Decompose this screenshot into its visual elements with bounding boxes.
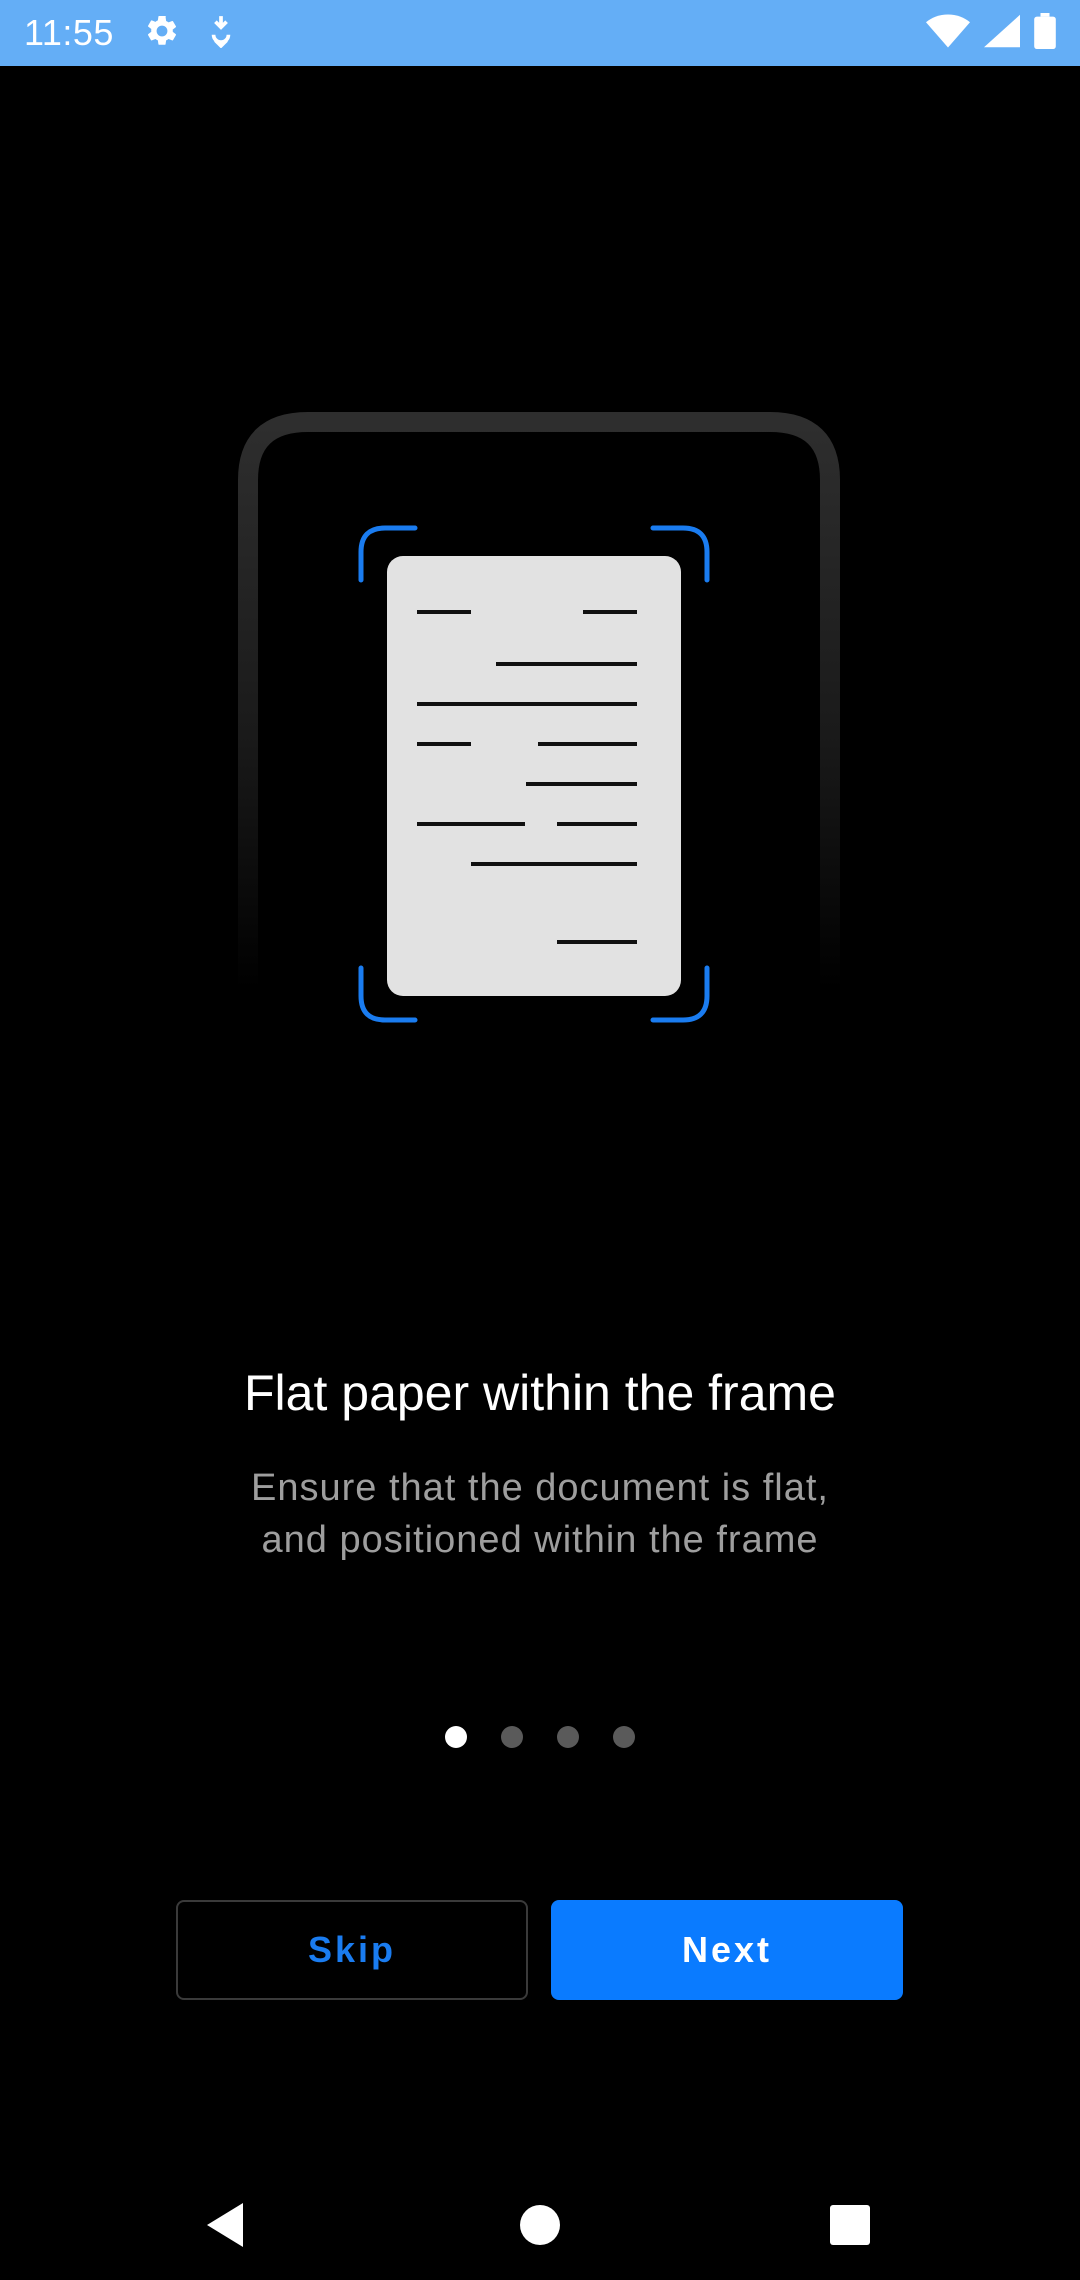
scan-illustration — [0, 400, 1080, 1040]
onboarding-description: Ensure that the document is flat, and po… — [150, 1462, 930, 1566]
gear-icon — [144, 13, 180, 54]
status-time: 11:55 — [24, 12, 114, 53]
status-left-icons — [144, 13, 234, 54]
description-line-2: and positioned within the frame — [261, 1519, 819, 1561]
page-dot-2[interactable] — [501, 1726, 523, 1748]
page-indicator — [0, 1726, 1080, 1748]
next-button[interactable]: Next — [551, 1900, 903, 2000]
skip-button[interactable]: Skip — [176, 1900, 528, 2000]
recents-icon[interactable] — [815, 2190, 885, 2260]
status-bar: 11:55 — [0, 0, 1080, 66]
onboarding-screen: 11:55 Flat paper within the frame Ensure… — [0, 0, 1080, 2280]
home-icon[interactable] — [505, 2190, 575, 2260]
page-dot-3[interactable] — [557, 1726, 579, 1748]
battery-icon — [1034, 12, 1056, 54]
page-dot-4[interactable] — [613, 1726, 635, 1748]
page-dot-1[interactable] — [445, 1726, 467, 1748]
back-icon[interactable] — [190, 2190, 260, 2260]
description-line-1: Ensure that the document is flat, — [251, 1467, 829, 1509]
status-right-icons — [926, 12, 1056, 54]
onboarding-title: Flat paper within the frame — [244, 1365, 836, 1421]
download-icon — [208, 14, 234, 53]
navigation-bar — [0, 2160, 1080, 2280]
wifi-icon — [926, 13, 970, 53]
document-icon — [387, 556, 681, 996]
signal-icon — [984, 14, 1020, 53]
